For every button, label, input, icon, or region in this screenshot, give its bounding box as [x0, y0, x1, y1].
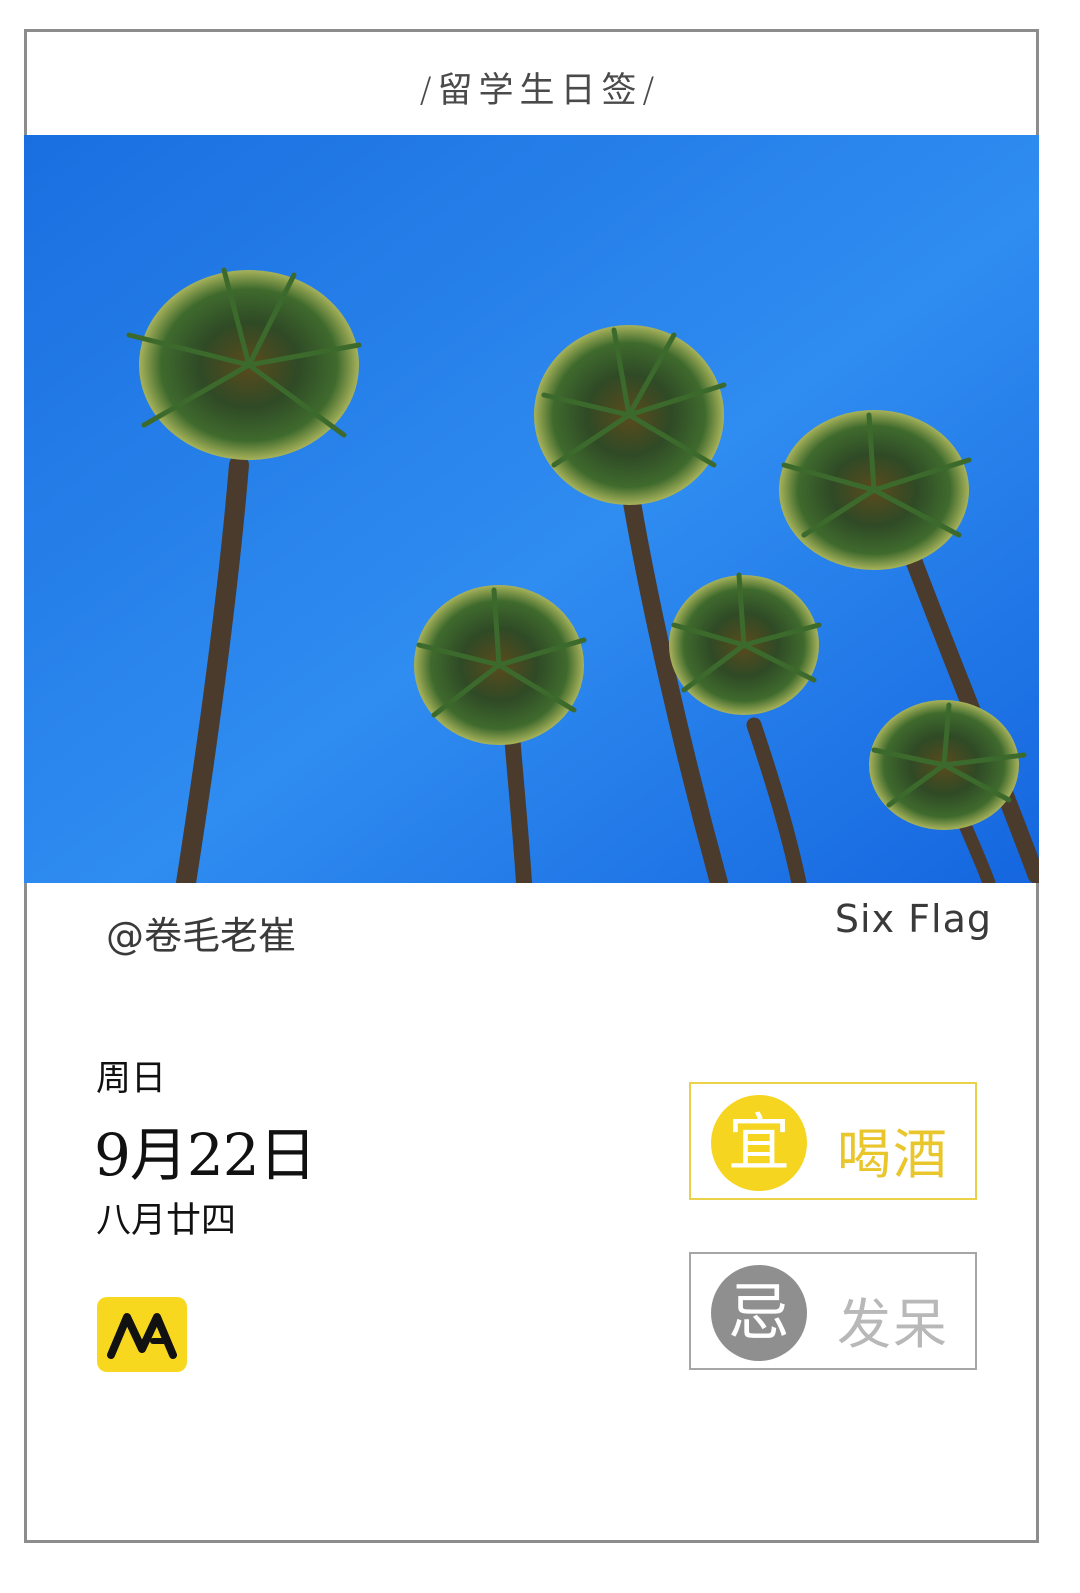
auspicious-activity: 喝酒: [837, 1123, 949, 1186]
inauspicious-box: 忌 发呆: [689, 1252, 977, 1370]
card-title: /留学生日签/: [419, 71, 661, 111]
brand-logo-icon: [97, 1297, 187, 1372]
weekday-label: 周日: [96, 1059, 167, 1099]
author-handle: @卷毛老崔: [106, 914, 297, 958]
location-label: Six Flag: [834, 897, 992, 941]
auspicious-badge: 宜: [711, 1095, 807, 1191]
solar-date: 9月22日: [94, 1121, 317, 1189]
inauspicious-activity: 发呆: [837, 1293, 949, 1356]
inauspicious-badge: 忌: [711, 1265, 807, 1361]
auspicious-box: 宜 喝酒: [689, 1082, 977, 1200]
lunar-date: 八月廿四: [96, 1201, 237, 1241]
palm-trees-photo: [24, 135, 1039, 883]
